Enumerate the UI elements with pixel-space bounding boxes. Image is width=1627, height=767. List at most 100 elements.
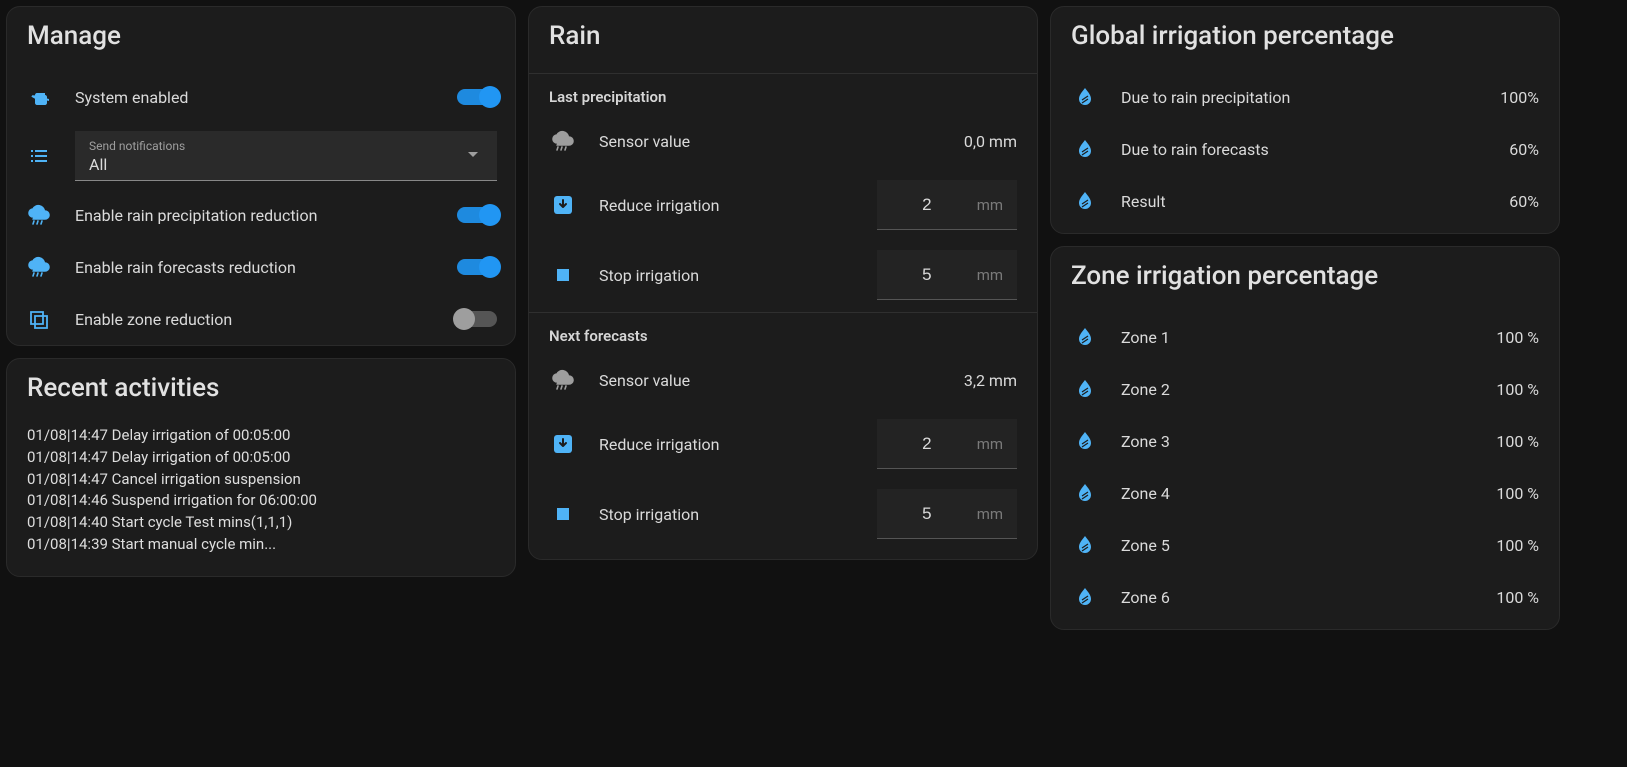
zone-pct-value: 100 % xyxy=(1496,536,1539,555)
rain-precip-label: Enable rain precipitation reduction xyxy=(75,206,457,225)
zone-pct-row: Zone 4 100 % xyxy=(1051,467,1559,519)
activity-item: 01/08|14:47 Delay irrigation of 00:05:00 xyxy=(27,447,495,469)
rain-title: Rain xyxy=(529,7,1037,71)
drop-icon xyxy=(1071,135,1099,163)
next-reduce-label: Reduce irrigation xyxy=(599,435,877,454)
zone-pct-card: Zone irrigation percentage Zone 1 100 % … xyxy=(1050,246,1560,630)
global-pct-row: Result 60% xyxy=(1051,175,1559,233)
zone-pct-value: 100 % xyxy=(1496,328,1539,347)
system-enabled-label: System enabled xyxy=(75,88,457,107)
global-pct-value: 100% xyxy=(1500,88,1539,107)
manage-card: Manage System enabled Send notifications… xyxy=(6,6,516,346)
system-enabled-row: System enabled xyxy=(7,71,515,123)
notifications-row: Send notifications All xyxy=(7,123,515,189)
zone-pct-value: 100 % xyxy=(1496,380,1539,399)
drop-icon xyxy=(1071,531,1099,559)
next-stop-label: Stop irrigation xyxy=(599,505,877,524)
activity-item: 01/08|14:39 Start manual cycle min... xyxy=(27,534,495,556)
cloud-rain-icon xyxy=(25,253,53,281)
zone-label: Zone 2 xyxy=(1121,380,1496,399)
drop-icon xyxy=(1071,427,1099,455)
last-sensor-row: Sensor value 0,0 mm xyxy=(529,112,1037,170)
drop-icon xyxy=(1071,187,1099,215)
next-forecast-section: Next forecasts xyxy=(529,313,1037,351)
next-sensor-value: 3,2 mm xyxy=(964,371,1017,390)
zone-pct-row: Zone 6 100 % xyxy=(1051,571,1559,629)
watering-can-icon xyxy=(25,83,53,111)
global-pct-card: Global irrigation percentage Due to rain… xyxy=(1050,6,1560,234)
arrow-down-box-icon xyxy=(549,191,577,219)
last-reduce-row: Reduce irrigation mm xyxy=(529,170,1037,240)
rain-forecast-toggle[interactable] xyxy=(457,259,497,275)
zone-pct-value: 100 % xyxy=(1496,484,1539,503)
cloud-rain-icon xyxy=(25,201,53,229)
zone-reduction-label: Enable zone reduction xyxy=(75,310,457,329)
list-icon xyxy=(25,142,53,170)
activity-item: 01/08|14:47 Delay irrigation of 00:05:00 xyxy=(27,425,495,447)
zone-label: Zone 6 xyxy=(1121,588,1496,607)
zone-pct-row: Zone 2 100 % xyxy=(1051,363,1559,415)
rain-card: Rain Last precipitation Sensor value 0,0… xyxy=(528,6,1038,560)
global-pct-title: Global irrigation percentage xyxy=(1051,7,1559,71)
last-stop-input[interactable] xyxy=(877,265,977,285)
next-reduce-input[interactable] xyxy=(877,434,977,454)
cloud-rain-icon xyxy=(549,127,577,155)
next-sensor-row: Sensor value 3,2 mm xyxy=(529,351,1037,409)
zone-label: Zone 3 xyxy=(1121,432,1496,451)
activities-title: Recent activities xyxy=(7,359,515,423)
chevron-down-icon xyxy=(461,142,485,170)
global-pct-value: 60% xyxy=(1509,192,1539,211)
zone-pct-row: Zone 1 100 % xyxy=(1051,311,1559,363)
rain-precip-toggle[interactable] xyxy=(457,207,497,223)
global-pct-label: Due to rain forecasts xyxy=(1121,140,1509,159)
rain-precip-row: Enable rain precipitation reduction xyxy=(7,189,515,241)
global-pct-label: Due to rain precipitation xyxy=(1121,88,1500,107)
last-sensor-label: Sensor value xyxy=(599,132,964,151)
drop-icon xyxy=(1071,583,1099,611)
last-reduce-input[interactable] xyxy=(877,195,977,215)
zone-label: Zone 5 xyxy=(1121,536,1496,555)
activity-item: 01/08|14:47 Cancel irrigation suspension xyxy=(27,469,495,491)
zone-label: Zone 1 xyxy=(1121,328,1496,347)
last-reduce-input-wrap: mm xyxy=(877,180,1017,230)
unit-label: mm xyxy=(977,196,1017,214)
drop-icon xyxy=(1071,375,1099,403)
zone-label: Zone 4 xyxy=(1121,484,1496,503)
system-enabled-toggle[interactable] xyxy=(457,89,497,105)
drop-icon xyxy=(1071,479,1099,507)
next-stop-row: Stop irrigation mm xyxy=(529,479,1037,559)
notifications-select[interactable]: Send notifications All xyxy=(75,131,497,181)
activity-item: 01/08|14:46 Suspend irrigation for 06:00… xyxy=(27,490,495,512)
stop-icon xyxy=(549,261,577,289)
next-stop-input[interactable] xyxy=(877,504,977,524)
global-pct-label: Result xyxy=(1121,192,1509,211)
arrow-down-box-icon xyxy=(549,430,577,458)
zone-pct-row: Zone 5 100 % xyxy=(1051,519,1559,571)
zone-pct-value: 100 % xyxy=(1496,432,1539,451)
rain-forecast-row: Enable rain forecasts reduction xyxy=(7,241,515,293)
rain-forecast-label: Enable rain forecasts reduction xyxy=(75,258,457,277)
next-stop-input-wrap: mm xyxy=(877,489,1017,539)
notifications-value: All xyxy=(89,155,483,174)
zone-pct-row: Zone 3 100 % xyxy=(1051,415,1559,467)
global-pct-value: 60% xyxy=(1509,140,1539,159)
last-precip-section: Last precipitation xyxy=(529,74,1037,112)
notifications-label: Send notifications xyxy=(89,139,483,153)
drop-icon xyxy=(1071,323,1099,351)
stop-icon xyxy=(549,500,577,528)
last-stop-input-wrap: mm xyxy=(877,250,1017,300)
unit-label: mm xyxy=(977,505,1017,523)
global-pct-row: Due to rain forecasts 60% xyxy=(1051,123,1559,175)
cloud-rain-icon xyxy=(549,366,577,394)
layers-icon xyxy=(25,305,53,333)
global-pct-row: Due to rain precipitation 100% xyxy=(1051,71,1559,123)
activity-item: 01/08|14:40 Start cycle Test mins(1,1,1) xyxy=(27,512,495,534)
zone-reduction-row: Enable zone reduction xyxy=(7,293,515,345)
manage-title: Manage xyxy=(7,7,515,71)
last-sensor-value: 0,0 mm xyxy=(964,132,1017,151)
activities-card: Recent activities 01/08|14:47 Delay irri… xyxy=(6,358,516,577)
last-stop-row: Stop irrigation mm xyxy=(529,240,1037,310)
zone-reduction-toggle[interactable] xyxy=(457,311,497,327)
next-reduce-row: Reduce irrigation mm xyxy=(529,409,1037,479)
last-stop-label: Stop irrigation xyxy=(599,266,877,285)
